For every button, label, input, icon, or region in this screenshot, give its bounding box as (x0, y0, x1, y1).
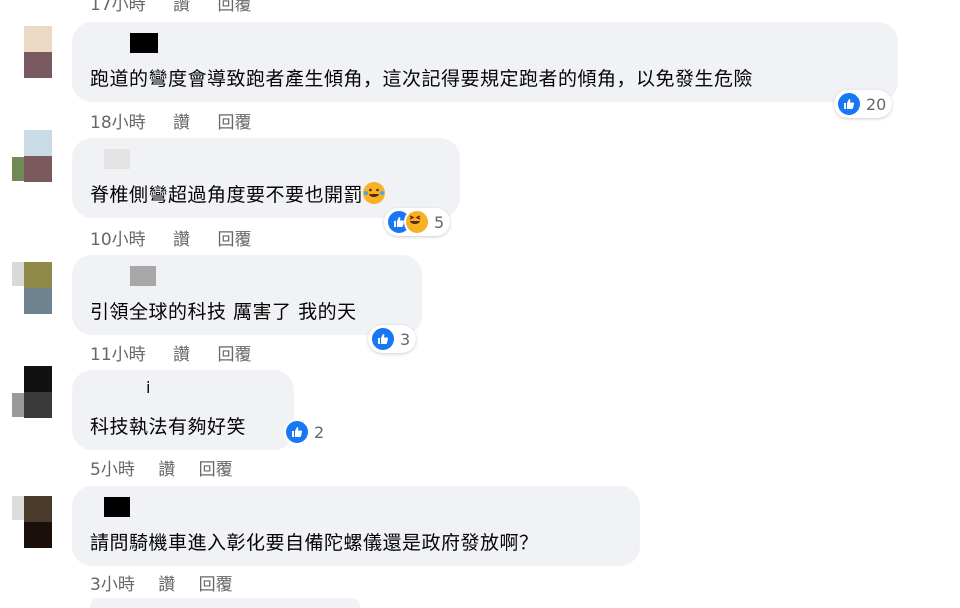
comment-time[interactable]: 5小時 (90, 455, 135, 480)
reply-link[interactable]: 回覆 (217, 225, 251, 250)
like-icon (370, 326, 396, 352)
avatar[interactable] (12, 366, 52, 418)
commenter-name-redacted[interactable] (104, 497, 130, 517)
like-icon (836, 91, 862, 117)
haha-icon (404, 209, 430, 235)
comment-bubble: 引領全球的科技 厲害了 我的天 (72, 255, 422, 335)
reaction-summary[interactable]: 2 (282, 418, 330, 446)
comment-text-content: 脊椎側彎超過角度要不要也開罰 (90, 184, 364, 206)
like-link[interactable]: 讚 (173, 225, 190, 250)
comment-meta: 5小時 讚 回覆 (90, 455, 255, 480)
reply-link[interactable]: 回覆 (217, 0, 251, 15)
comment-meta: 3小時 讚 回覆 (90, 570, 255, 595)
like-link[interactable]: 讚 (173, 340, 190, 365)
reply-link[interactable]: 回覆 (217, 340, 251, 365)
comment-time[interactable]: 10小時 (90, 225, 146, 250)
comment-text: 引領全球的科技 厲害了 我的天 (90, 301, 357, 323)
avatar[interactable] (12, 496, 52, 548)
top-comment-meta: 17小時 讚 回覆 (90, 0, 273, 15)
avatar[interactable] (12, 262, 52, 314)
reaction-summary[interactable]: 3 (368, 325, 417, 353)
like-link[interactable]: 讚 (173, 0, 190, 15)
reaction-summary[interactable]: 20 (834, 90, 893, 118)
comment-text: 脊椎側彎超過角度要不要也開罰 (90, 180, 386, 207)
comment-bubble: 請問騎機車進入彰化要自備陀螺儀還是政府發放啊？ (72, 486, 640, 566)
like-link[interactable]: 讚 (173, 108, 190, 133)
reply-link[interactable]: 回覆 (217, 108, 251, 133)
commenter-name-redacted[interactable] (104, 149, 130, 169)
comment-meta: 11小時 讚 回覆 (90, 340, 273, 365)
crying-laughing-emoji-icon (363, 182, 386, 204)
like-link[interactable]: 讚 (158, 455, 175, 480)
comment-bubble: 脊椎側彎超過角度要不要也開罰 (72, 138, 460, 218)
comment-meta: 10小時 讚 回覆 (90, 225, 273, 250)
comment-meta: 18小時 讚 回覆 (90, 108, 273, 133)
reaction-summary[interactable]: 5 (384, 208, 451, 236)
reply-link[interactable]: 回覆 (199, 570, 233, 595)
reaction-count: 3 (400, 329, 411, 349)
reaction-count: 5 (434, 212, 445, 232)
reply-link[interactable]: 回覆 (199, 455, 233, 480)
next-comment-bubble (90, 598, 360, 608)
reaction-count: 20 (866, 94, 887, 114)
reaction-count: 2 (314, 422, 325, 442)
comment-bubble: i 科技執法有夠好笑 (72, 370, 294, 450)
commenter-name[interactable]: i (146, 378, 150, 398)
comment-time[interactable]: 11小時 (90, 340, 146, 365)
comment-text: 跑道的彎度會導致跑者產生傾角，這次記得要規定跑者的傾角，以免發生危險 (90, 68, 754, 90)
commenter-name-redacted[interactable] (130, 33, 158, 53)
comment-time[interactable]: 17小時 (90, 0, 146, 15)
like-link[interactable]: 讚 (158, 570, 175, 595)
comment-time[interactable]: 18小時 (90, 108, 146, 133)
like-icon (284, 419, 310, 445)
comment-text: 科技執法有夠好笑 (90, 416, 247, 438)
comment-time[interactable]: 3小時 (90, 570, 135, 595)
avatar[interactable] (24, 26, 52, 78)
comment-bubble: 跑道的彎度會導致跑者產生傾角，這次記得要規定跑者的傾角，以免發生危險 (72, 22, 898, 102)
comment-text: 請問騎機車進入彰化要自備陀螺儀還是政府發放啊？ (90, 532, 539, 554)
commenter-name-redacted[interactable] (130, 266, 156, 286)
avatar[interactable] (12, 130, 52, 182)
